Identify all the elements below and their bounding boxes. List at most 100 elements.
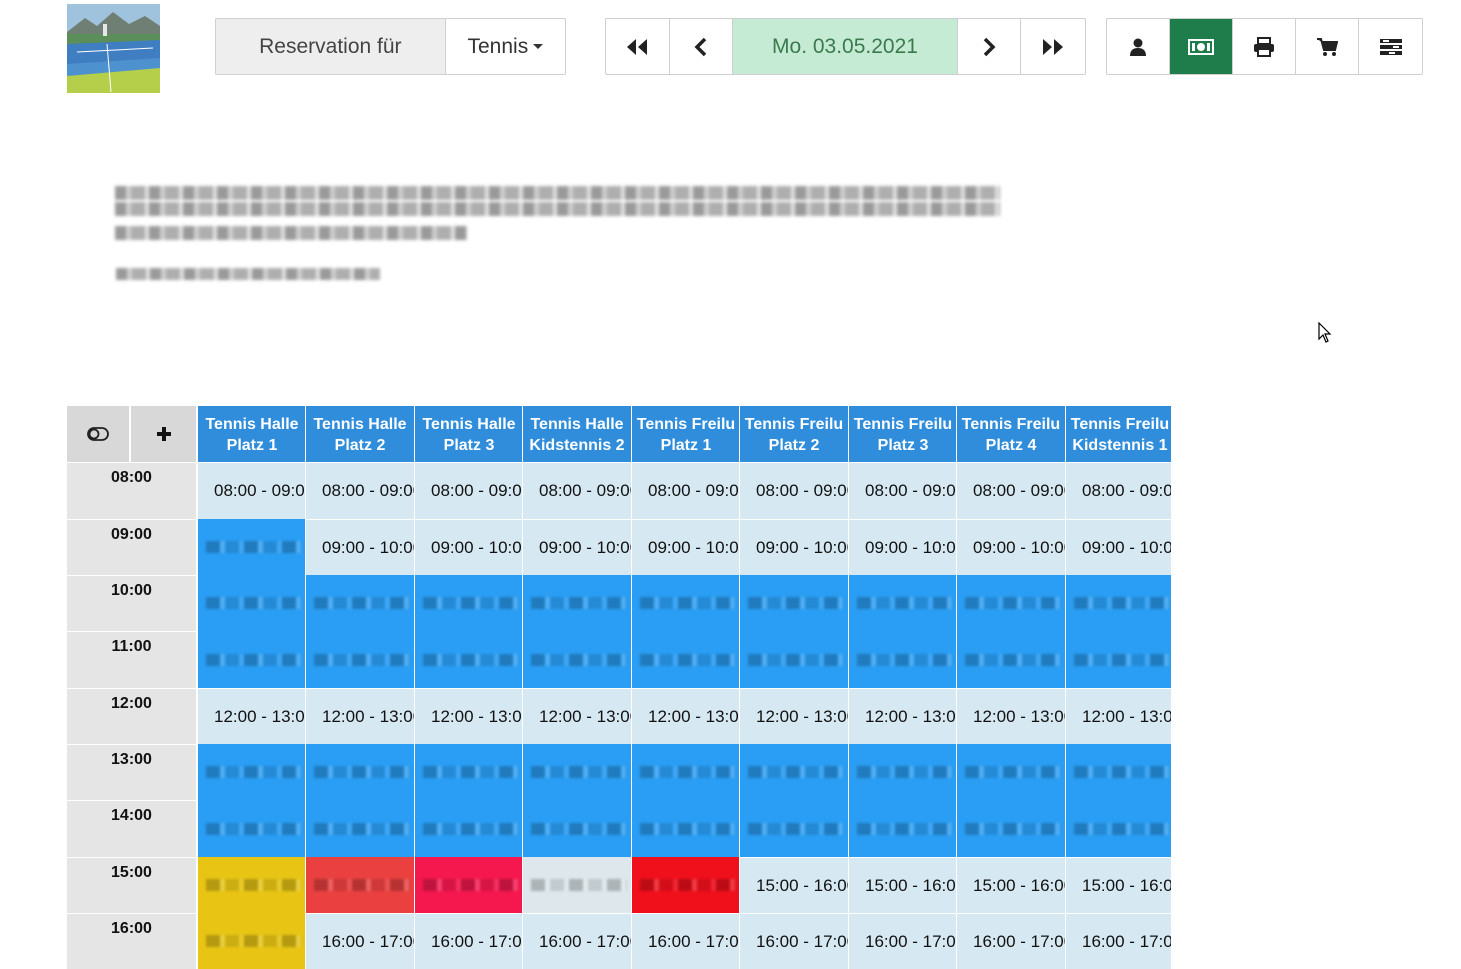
court-header[interactable]: Tennis Freilu Platz 4 (956, 406, 1065, 462)
booked-slot[interactable] (739, 575, 848, 688)
booking-text (640, 654, 736, 666)
booked-slot[interactable] (522, 857, 631, 913)
court-header[interactable]: Tennis Freilu Kidstennis 1 (1065, 406, 1171, 462)
sport-dropdown[interactable]: Tennis (446, 19, 565, 74)
free-slot[interactable]: 09:00 - 10:00 (848, 519, 957, 576)
reservation-label: Reservation für (216, 19, 446, 74)
booked-slot[interactable] (956, 744, 1065, 857)
slot-time: 12:00 - 13:00 (322, 707, 414, 726)
free-slot[interactable]: 08:00 - 09:00 (848, 462, 957, 519)
booked-slot[interactable] (414, 575, 523, 688)
booked-slot[interactable] (631, 857, 740, 913)
booked-slot[interactable] (522, 744, 631, 857)
menu-button[interactable] (1359, 19, 1422, 74)
slot-time: 15:00 - 16:00 (1082, 876, 1171, 895)
date-display[interactable]: Mo. 03.05.2021 (733, 19, 958, 74)
free-slot[interactable]: 16:00 - 17:00 (739, 913, 848, 969)
print-button[interactable] (1233, 19, 1296, 74)
free-slot[interactable]: 08:00 - 09:00 (197, 462, 306, 519)
previous-day-button[interactable] (670, 19, 734, 74)
free-slot[interactable]: 09:00 - 10:00 (739, 519, 848, 576)
free-slot[interactable]: 09:00 - 10:00 (414, 519, 523, 576)
next-day-button[interactable] (958, 19, 1022, 74)
free-slot[interactable]: 16:00 - 17:00 (848, 913, 957, 969)
free-slot[interactable]: 09:00 - 10:00 (305, 519, 414, 576)
caret-down-icon (533, 44, 544, 49)
booked-slot[interactable] (197, 744, 306, 857)
free-slot[interactable]: 16:00 - 17:00 (631, 913, 740, 969)
free-slot[interactable]: 12:00 - 13:00 (631, 688, 740, 745)
free-slot[interactable]: 12:00 - 13:00 (522, 688, 631, 745)
free-slot[interactable]: 12:00 - 13:00 (305, 688, 414, 745)
court-header[interactable]: Tennis Halle Platz 2 (305, 406, 414, 462)
court-header[interactable]: Tennis Freilu Platz 3 (848, 406, 957, 462)
booked-slot[interactable] (848, 744, 957, 857)
free-slot[interactable]: 12:00 - 13:00 (197, 688, 306, 745)
booked-slot[interactable] (631, 575, 740, 688)
free-slot[interactable]: 12:00 - 13:00 (848, 688, 957, 745)
club-logo[interactable] (67, 4, 160, 93)
court-subname: Kidstennis 2 (529, 437, 625, 454)
free-slot[interactable]: 15:00 - 16:00 (848, 857, 957, 914)
free-slot[interactable]: 08:00 - 09:00 (414, 462, 523, 519)
free-slot[interactable]: 09:00 - 10:00 (631, 519, 740, 576)
slot-time: 16:00 - 17:00 (1082, 931, 1171, 951)
booked-slot[interactable] (1065, 744, 1171, 857)
booked-slot[interactable] (305, 744, 414, 857)
booked-slot[interactable] (305, 575, 414, 688)
free-slot[interactable]: 09:00 - 10:00 (1065, 519, 1171, 576)
free-slot[interactable]: 08:00 - 09:00 (522, 462, 631, 519)
free-slot[interactable]: 09:00 - 10:00 (956, 519, 1065, 576)
free-slot[interactable]: 16:00 - 17:00 (414, 913, 523, 969)
booked-slot[interactable] (522, 575, 631, 688)
booked-slot[interactable] (197, 519, 306, 575)
free-slot[interactable]: 08:00 - 09:00 (305, 462, 414, 519)
booked-slot[interactable] (1065, 575, 1171, 688)
booked-slot[interactable] (739, 744, 848, 857)
court-header[interactable]: Tennis Halle Kidstennis 2 (522, 406, 631, 462)
slot-time: 15:00 - 16:00 (865, 876, 957, 895)
previous-week-button[interactable] (606, 19, 670, 74)
booked-slot[interactable] (848, 575, 957, 688)
slot-time: 09:00 - 10:00 (648, 538, 740, 557)
booked-slot[interactable] (631, 744, 740, 857)
free-slot[interactable]: 16:00 - 17:00 (1065, 913, 1171, 969)
booked-slot[interactable] (414, 857, 523, 913)
toggle-view-button[interactable] (67, 406, 130, 462)
court-header[interactable]: Tennis Halle Platz 1 (197, 406, 306, 462)
booking-text (531, 597, 627, 609)
free-slot[interactable]: 12:00 - 13:00 (414, 688, 523, 745)
booked-slot[interactable] (956, 575, 1065, 688)
next-week-button[interactable] (1021, 19, 1085, 74)
free-slot[interactable]: 16:00 - 17:00 (956, 913, 1065, 969)
free-slot[interactable]: 08:00 - 09:00 (739, 462, 848, 519)
free-slot[interactable]: 15:00 - 16:00 (739, 857, 848, 914)
booking-text (748, 766, 844, 778)
pricing-button[interactable] (1170, 19, 1233, 74)
free-slot[interactable]: 12:00 - 13:00 (1065, 688, 1171, 745)
booked-slot[interactable] (197, 857, 306, 913)
free-slot[interactable]: 15:00 - 16:00 (1065, 857, 1171, 914)
free-slot[interactable]: 16:00 - 17:00 (305, 913, 414, 969)
add-button[interactable] (131, 406, 196, 462)
free-slot[interactable]: 08:00 - 09:00 (1065, 462, 1171, 519)
free-slot[interactable]: 12:00 - 13:00 (739, 688, 848, 745)
user-button[interactable] (1107, 19, 1170, 74)
court-header[interactable]: Tennis Freilu Platz 2 (739, 406, 848, 462)
free-slot[interactable]: 08:00 - 09:00 (956, 462, 1065, 519)
cart-button[interactable] (1296, 19, 1359, 74)
booked-slot[interactable] (197, 575, 306, 688)
court-header[interactable]: Tennis Halle Platz 3 (414, 406, 523, 462)
booked-slot[interactable] (197, 913, 306, 969)
free-slot[interactable]: 09:00 - 10:00 (522, 519, 631, 576)
free-slot[interactable]: 12:00 - 13:00 (956, 688, 1065, 745)
free-slot[interactable]: 08:00 - 09:00 (631, 462, 740, 519)
booked-slot[interactable] (414, 744, 523, 857)
booking-text (423, 823, 519, 835)
free-slot[interactable]: 15:00 - 16:00 (956, 857, 1065, 914)
booking-text (1074, 597, 1170, 609)
free-slot[interactable]: 16:00 - 17:00 (522, 913, 631, 969)
court-name: Tennis Halle (205, 416, 299, 433)
booked-slot[interactable] (305, 857, 414, 913)
court-header[interactable]: Tennis Freilu Platz 1 (631, 406, 740, 462)
